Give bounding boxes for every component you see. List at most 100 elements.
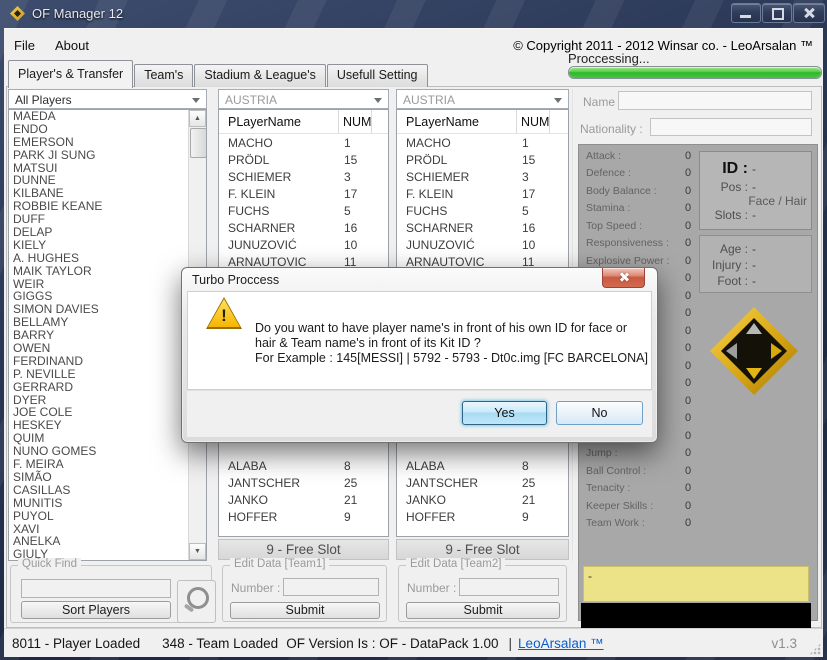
player-list-item[interactable]: PUYOL	[9, 510, 190, 523]
dialog-close-button[interactable]	[602, 268, 645, 288]
player-list-item[interactable]: DELAP	[9, 226, 190, 239]
table-row[interactable]: F. KLEIN 17	[397, 185, 568, 202]
team2-number-label: Number :	[407, 581, 456, 595]
player-listbox[interactable]: MAEDAENDOEMERSONPARK JI SUNGMATSUIDUNNEK…	[8, 109, 207, 561]
player-num-cell: 9	[517, 510, 550, 524]
player-num-cell: 1	[339, 136, 372, 150]
player-list: MAEDAENDOEMERSONPARK JI SUNGMATSUIDUNNEK…	[9, 110, 190, 561]
table-row[interactable]: SCHIEMER 3	[219, 168, 388, 185]
tab-usefull-setting[interactable]: Usefull Setting	[327, 64, 428, 87]
stat-row: Ball Control : 0	[579, 462, 709, 480]
player-list-item[interactable]: MUNITIS	[9, 497, 190, 510]
quick-find-input[interactable]	[21, 579, 171, 598]
team1-number-input[interactable]	[283, 578, 379, 596]
table-row[interactable]: SCHIEMER 3	[397, 168, 568, 185]
table-row[interactable]: ALABA 8	[397, 457, 568, 474]
yes-button[interactable]: Yes	[462, 401, 547, 425]
chevron-down-icon	[192, 98, 200, 103]
player-list-item[interactable]: SIMÃO	[9, 471, 190, 484]
sort-players-button[interactable]: Sort Players	[21, 601, 171, 619]
name-field[interactable]	[618, 91, 812, 110]
of-version-status: OF Version Is : OF - DataPack 1.00	[286, 636, 498, 651]
stat-value: 0	[685, 482, 691, 494]
team2-number-input[interactable]	[459, 578, 559, 596]
column-player-name[interactable]: PLayerName	[219, 110, 339, 133]
player-list-item[interactable]: MAEDA	[9, 110, 190, 123]
nationality-field[interactable]	[650, 118, 812, 136]
menu-file[interactable]: File	[4, 36, 45, 55]
player-name-cell: JANKO	[397, 493, 517, 507]
column-player-name[interactable]: PLayerName	[397, 110, 517, 133]
of-manager-logo-icon	[710, 307, 798, 395]
stat-row: Stamina : 0	[579, 200, 709, 218]
scroll-down-icon[interactable]: ▼	[189, 543, 206, 560]
table-row[interactable]: HOFFER 9	[219, 508, 388, 525]
column-num[interactable]: NUM	[517, 110, 550, 133]
column-num[interactable]: NUM	[339, 110, 372, 133]
player-list-item[interactable]: A. HUGHES	[9, 252, 190, 265]
all-players-combobox[interactable]: All Players	[8, 89, 207, 109]
table-row[interactable]: SCHARNER 16	[219, 219, 388, 236]
table-row[interactable]: JANKO 21	[219, 491, 388, 508]
foot-label: Foot :	[700, 274, 748, 288]
player-list-item[interactable]: FERDINAND	[9, 355, 190, 368]
tab-teams[interactable]: Team's	[134, 64, 193, 87]
title-bar[interactable]: OF Manager 12	[0, 0, 827, 28]
table-row[interactable]: MACHO 1	[397, 134, 568, 151]
no-button[interactable]: No	[556, 401, 643, 425]
player-name-cell: MACHO	[219, 136, 339, 150]
team2-submit-button[interactable]: Submit	[406, 602, 560, 619]
table-row[interactable]: JANTSCHER 25	[397, 474, 568, 491]
leoarsalan-link[interactable]: LeoArsalan ™	[518, 636, 604, 651]
team1-combobox[interactable]: AUSTRIA	[218, 89, 389, 109]
nationality-label: Nationality :	[580, 122, 643, 136]
table-row[interactable]: HOFFER 9	[397, 508, 568, 525]
chevron-down-icon	[554, 98, 562, 103]
scroll-up-icon[interactable]: ▲	[189, 110, 206, 127]
player-list-item[interactable]: ENDO	[9, 123, 190, 136]
scrollbar-thumb[interactable]	[190, 128, 207, 158]
table-row[interactable]: SCHARNER 16	[397, 219, 568, 236]
menu-about[interactable]: About	[45, 36, 99, 55]
table-row[interactable]: JUNUZOVIĆ 10	[397, 236, 568, 253]
search-button[interactable]	[177, 580, 216, 623]
table-row[interactable]: JUNUZOVIĆ 10	[219, 236, 388, 253]
close-button[interactable]	[793, 3, 825, 23]
table-row[interactable]: F. KLEIN 17	[219, 185, 388, 202]
player-list-item[interactable]: P. NEVILLE	[9, 368, 190, 381]
tab-stadium-leagues[interactable]: Stadium & League's	[194, 64, 326, 87]
player-num-cell: 15	[517, 153, 550, 167]
dialog-message: Do you want to have player name's in fro…	[255, 321, 648, 366]
player-name-cell: JUNUZOVIĆ	[219, 238, 339, 252]
player-list-item[interactable]: GERRARD	[9, 381, 190, 394]
player-list-item[interactable]: KIELY	[9, 239, 190, 252]
maximize-button[interactable]	[762, 3, 792, 23]
table-row[interactable]: ALABA 8	[219, 457, 388, 474]
table-row[interactable]: FUCHS 5	[219, 202, 388, 219]
player-name-cell: ALABA	[397, 459, 517, 473]
player-list-item[interactable]: MAIK TAYLOR	[9, 265, 190, 278]
player-num-cell: 16	[339, 221, 372, 235]
table-row[interactable]: PRÖDL 15	[219, 151, 388, 168]
player-num-cell: 25	[517, 476, 550, 490]
player-num-cell: 8	[339, 459, 372, 473]
player-num-cell: 8	[517, 459, 550, 473]
minimize-button[interactable]	[731, 3, 761, 23]
player-list-item[interactable]: PARK JI SUNG	[9, 149, 190, 162]
player-list-item[interactable]: F. MEIRA	[9, 458, 190, 471]
resize-grip-icon[interactable]	[809, 643, 821, 655]
table-row[interactable]: PRÖDL 15	[397, 151, 568, 168]
team1-submit-button[interactable]: Submit	[230, 602, 380, 619]
table-row[interactable]: FUCHS 5	[397, 202, 568, 219]
stat-label: Tenacity :	[579, 482, 685, 494]
player-list-item[interactable]: OWEN	[9, 342, 190, 355]
table-row[interactable]: MACHO 1	[219, 134, 388, 151]
team2-combobox[interactable]: AUSTRIA	[396, 89, 569, 109]
player-list-item[interactable]: CASILLAS	[9, 484, 190, 497]
player-name-cell: JANKO	[219, 493, 339, 507]
table-row[interactable]: JANKO 21	[397, 491, 568, 508]
table-row[interactable]: JANTSCHER 25	[219, 474, 388, 491]
player-list-item[interactable]: EMERSON	[9, 136, 190, 149]
tab-players-transfer[interactable]: Player's & Transfer	[8, 60, 133, 88]
age-label: Age :	[700, 242, 748, 256]
